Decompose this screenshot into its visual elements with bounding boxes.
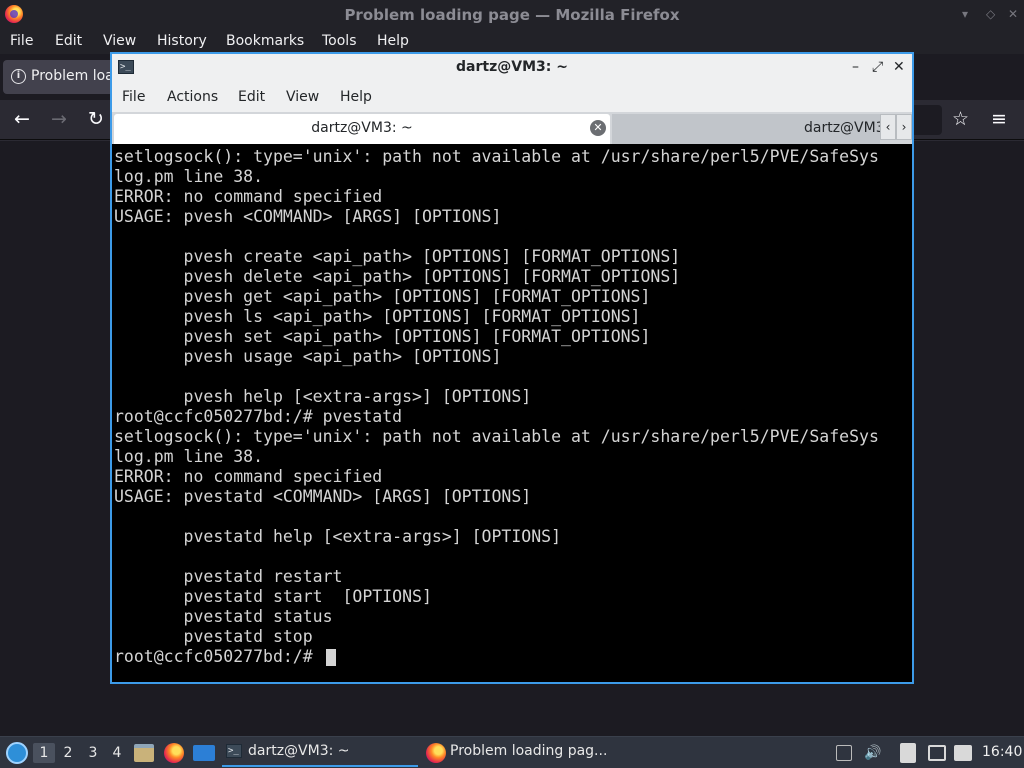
terminal-menu-help[interactable]: Help [340,89,372,105]
terminal-titlebar[interactable]: >_ dartz@VM3: ~ – ⤢ ✕ [112,54,912,82]
url-bar[interactable] [912,105,942,135]
firefox-window-title: Problem loading page — Mozilla Firefox [344,6,680,24]
menu-edit[interactable]: Edit [55,33,82,49]
menu-help[interactable]: Help [377,33,409,49]
firefox-titlebar: Problem loading page — Mozilla Firefox ▾… [0,0,1024,30]
maximize-icon[interactable]: ◇ [986,6,995,22]
terminal-prompt: root@ccfc050277bd:/# [114,647,323,666]
terminal-close-icon[interactable]: ✕ [893,58,905,76]
network-icon[interactable] [928,745,946,761]
back-icon[interactable]: ← [14,109,30,129]
taskbar-task-label: Problem loading pag... [450,743,608,759]
menu-file[interactable]: File [10,33,33,49]
terminal-app-icon: >_ [226,744,242,758]
terminal-menu-view[interactable]: View [286,89,319,105]
clipboard-icon[interactable] [900,743,916,763]
taskbar-task-terminal[interactable]: >_ dartz@VM3: ~ [222,739,418,767]
tab-close-icon[interactable]: ✕ [590,120,606,136]
start-menu-icon[interactable] [6,742,28,764]
close-icon[interactable]: ✕ [1008,6,1018,22]
menu-tools[interactable]: Tools [322,33,357,49]
hamburger-menu-icon[interactable]: ≡ [991,109,1007,129]
reload-icon[interactable]: ↻ [88,109,104,129]
firefox-launcher-icon[interactable] [164,743,184,763]
taskbar: 1 2 3 4 >_ dartz@VM3: ~ Problem loading … [0,736,1024,768]
menu-history[interactable]: History [157,33,207,49]
firefox-tab[interactable]: i Problem loa [3,60,123,94]
clock[interactable]: 16:40 [982,744,1022,760]
terminal-menubar: File Actions Edit View Help [112,82,912,112]
taskbar-task-firefox[interactable]: Problem loading pag... [422,739,622,767]
desktop-2-button[interactable]: 2 [57,743,79,763]
volume-icon[interactable]: 🔊 [864,745,881,761]
minimize-icon[interactable]: ▾ [962,6,968,22]
bookmark-star-icon[interactable]: ☆ [952,109,969,129]
taskbar-task-label: dartz@VM3: ~ [248,743,350,759]
terminal-menu-file[interactable]: File [122,89,145,105]
update-notifier-icon[interactable] [954,745,972,761]
terminal-maximize-icon[interactable]: ⤢ [872,58,883,76]
firefox-icon [426,743,446,763]
terminal-minimize-icon[interactable]: – [852,58,859,76]
desktop-1-button[interactable]: 1 [33,743,55,763]
info-icon: i [11,69,26,84]
terminal-tab-active[interactable]: dartz@VM3: ~ ✕ [114,114,610,144]
desktop-3-button[interactable]: 3 [82,743,104,763]
terminal-tabbar: dartz@VM3: ~ ✕ dartz@VM3: ~ ‹ › [112,112,912,144]
desktop-show-icon[interactable] [193,745,215,761]
terminal-menu-actions[interactable]: Actions [167,89,218,105]
terminal-menu-edit[interactable]: Edit [238,89,265,105]
firefox-tab-label: Problem loa [31,68,114,84]
menu-bookmarks[interactable]: Bookmarks [226,33,304,49]
menu-view[interactable]: View [103,33,136,49]
firefox-menubar: File Edit View History Bookmarks Tools H… [0,30,1024,54]
terminal-tab-label: dartz@VM3: ~ [804,120,880,136]
file-manager-icon[interactable] [134,744,154,762]
terminal-tab-inactive[interactable]: dartz@VM3: ~ [612,114,880,144]
desktop-4-button[interactable]: 4 [106,743,128,763]
terminal-window-title: dartz@VM3: ~ [456,59,568,75]
forward-icon[interactable]: → [51,109,67,129]
terminal-cursor [326,649,336,666]
terminal-tab-label: dartz@VM3: ~ [311,120,413,136]
tab-scroll-left-icon[interactable]: ‹ [880,114,896,140]
tab-scroll-right-icon[interactable]: › [896,114,912,140]
terminal-output: setlogsock(): type='unix': path not avai… [114,147,879,646]
tray-box-icon[interactable] [836,745,852,761]
terminal-window: >_ dartz@VM3: ~ – ⤢ ✕ File Actions Edit … [110,52,914,684]
terminal-output-area[interactable]: setlogsock(): type='unix': path not avai… [114,144,910,682]
